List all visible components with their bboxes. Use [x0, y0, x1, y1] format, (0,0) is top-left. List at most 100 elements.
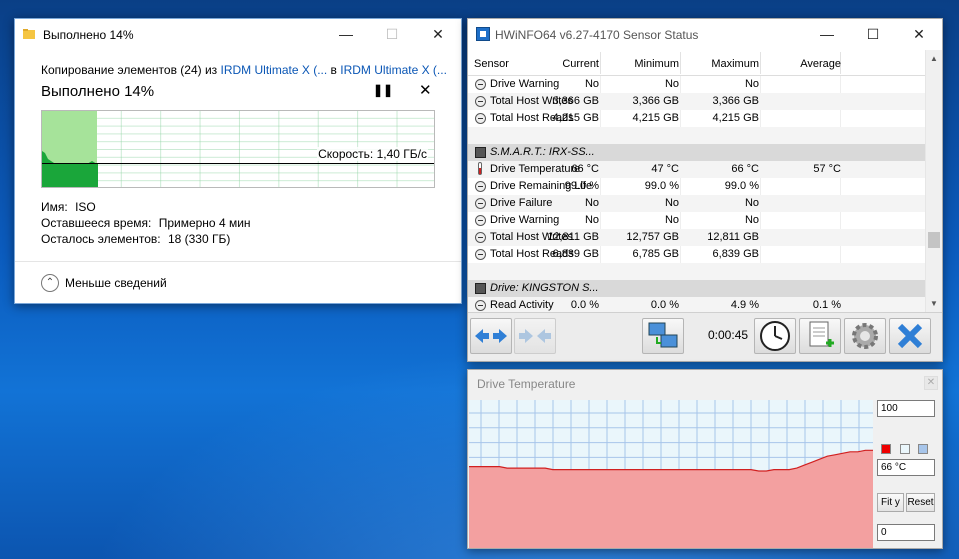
minimum-value: 0.0 % — [650, 299, 679, 311]
sensor-row[interactable]: Read Activity 0.0 % 0.0 % 4.9 % 0.1 % — [468, 297, 925, 312]
col-divider[interactable] — [600, 52, 601, 74]
current-value: 4,215 GB — [552, 112, 599, 124]
source-link[interactable]: IRDM Ultimate X (... — [221, 63, 328, 77]
settings-gear-icon — [852, 323, 878, 349]
copy-dialog-titlebar[interactable]: Выполнено 14% — ☐ ✕ — [15, 19, 461, 49]
sensor-row[interactable]: Drive Remaining Life 99.0 % 99.0 % 99.0 % — [468, 178, 925, 195]
sensor-section-row[interactable]: Drive: KINGSTON S... — [468, 280, 925, 297]
current-value: No — [584, 214, 599, 226]
hw-maximize-button[interactable]: ☐ — [850, 19, 896, 49]
sensor-scrollbar[interactable]: ▲ ▼ — [925, 50, 942, 312]
hwinfo-titlebar[interactable]: HWiNFO64 v6.27-4170 Sensor Status — ☐ ✕ — [468, 19, 942, 50]
graph-close-icon[interactable]: ✕ — [924, 376, 938, 390]
network-button[interactable] — [642, 318, 684, 354]
grid-color-swatch[interactable] — [918, 444, 928, 454]
gauge-icon — [475, 232, 486, 243]
col-average[interactable]: Average — [800, 58, 841, 70]
minimize-button[interactable]: — — [323, 19, 369, 49]
sensor-row[interactable]: Total Host Reads 4,215 GB 4,215 GB 4,215 GB — [468, 110, 925, 127]
minimum-value: No — [664, 214, 679, 226]
sensor-row[interactable]: Drive Warning No No No — [468, 212, 925, 229]
col-minimum[interactable]: Minimum — [634, 58, 679, 70]
report-button[interactable] — [799, 318, 841, 354]
chip-icon — [475, 147, 486, 158]
scroll-up-icon[interactable]: ▲ — [926, 50, 942, 67]
thermometer-icon — [478, 162, 482, 175]
minimum-value: No — [664, 197, 679, 209]
navigate-disabled-button — [514, 318, 556, 354]
scroll-down-icon[interactable]: ▼ — [926, 295, 942, 312]
average-value: 57 °C — [813, 163, 841, 175]
sensor-table-header: Sensor Current Minimum Maximum Average — [468, 50, 925, 76]
hwinfo-title: HWiNFO64 v6.27-4170 Sensor Status — [495, 28, 699, 42]
name-value: ISO — [75, 200, 96, 214]
temperature-plot — [469, 400, 873, 548]
hw-minimize-button[interactable]: — — [804, 19, 850, 49]
clock-button[interactable] — [754, 318, 796, 354]
minimum-value: No — [664, 78, 679, 90]
col-current[interactable]: Current — [562, 58, 599, 70]
network-icon — [648, 322, 678, 348]
temperature-plot-svg — [469, 400, 873, 548]
graph-controls: 100 66 °C Fit y Reset 0 — [877, 400, 941, 548]
col-maximum[interactable]: Maximum — [711, 58, 759, 70]
destination-link[interactable]: IRDM Ultimate X (... — [340, 63, 447, 77]
sensor-row[interactable]: Drive Temperature 66 °C 47 °C 66 °C 57 °C — [468, 161, 925, 178]
sensor-table: Sensor Current Minimum Maximum Average D… — [468, 50, 942, 312]
gauge-icon — [475, 79, 486, 90]
gauge-icon — [475, 96, 486, 107]
report-add-icon — [809, 321, 834, 347]
navigate-sensors-button[interactable] — [470, 318, 512, 354]
max-value-field[interactable]: 100 — [877, 400, 935, 417]
sensor-name: Read Activity — [490, 299, 554, 311]
close-button[interactable]: ✕ — [415, 19, 461, 49]
hw-close-button[interactable]: ✕ — [896, 19, 942, 49]
blank-row — [468, 127, 925, 144]
line-color-swatch[interactable] — [881, 444, 891, 454]
maximum-value: No — [744, 214, 759, 226]
hwinfo-sensor-window: HWiNFO64 v6.27-4170 Sensor Status — ☐ ✕ … — [467, 18, 943, 362]
maximum-value: 4,215 GB — [712, 112, 759, 124]
background-color-swatch[interactable] — [900, 444, 910, 454]
arrows-disabled-icon — [519, 329, 551, 343]
exit-button[interactable] — [889, 318, 931, 354]
sensor-row[interactable]: Total Host Writes 3,366 GB 3,366 GB 3,366 G… — [468, 93, 925, 110]
speed-line — [42, 163, 434, 164]
section-name: S.M.A.R.T.: IRX-SS... — [490, 146, 595, 158]
sensor-name: Drive Temperature — [490, 163, 581, 175]
min-value-field[interactable]: 0 — [877, 524, 935, 541]
pause-icon: ❚❚ — [373, 83, 394, 97]
current-value: 12,811 GB — [547, 231, 599, 243]
current-value: No — [584, 197, 599, 209]
maximum-value: No — [744, 197, 759, 209]
sensor-section-row[interactable]: S.M.A.R.T.: IRX-SS... — [468, 144, 925, 161]
section-name: Drive: KINGSTON S... — [490, 282, 599, 294]
col-divider[interactable] — [680, 52, 681, 74]
hwinfo-app-icon — [476, 27, 490, 41]
sensor-row[interactable]: Total Host Writes 12,811 GB 12,757 GB 12,81… — [468, 229, 925, 246]
current-value: 66 °C — [571, 163, 599, 175]
sensor-row[interactable]: Total Host Reads 6,839 GB 6,785 GB 6,839 GB — [468, 246, 925, 263]
gauge-icon — [475, 215, 486, 226]
pause-button[interactable]: ❚❚ — [373, 83, 393, 99]
fit-y-button[interactable]: Fit y — [877, 493, 904, 512]
average-value: 0.1 % — [812, 299, 841, 311]
sensor-row[interactable]: Drive Failure No No No — [468, 195, 925, 212]
current-value: 99.0 % — [564, 180, 599, 192]
stop-button[interactable]: ✕ — [419, 81, 432, 99]
col-sensor[interactable]: Sensor — [474, 58, 509, 70]
maximum-value: No — [744, 78, 759, 90]
reset-button[interactable]: Reset — [906, 493, 935, 512]
sensor-name: Drive Warning — [490, 78, 560, 90]
sensor-row[interactable]: Drive Warning No No No — [468, 76, 925, 93]
scroll-thumb[interactable] — [928, 232, 940, 248]
settings-button[interactable] — [844, 318, 886, 354]
folder-icon — [23, 29, 35, 39]
speed-label: Скорость: 1,40 ГБ/с — [317, 147, 428, 161]
gauge-icon — [475, 249, 486, 260]
col-divider[interactable] — [760, 52, 761, 74]
copy-progress-dialog: Выполнено 14% — ☐ ✕ Копирование элементо… — [14, 18, 462, 304]
copy-dialog-title: Выполнено 14% — [43, 28, 134, 42]
maximum-value: 12,811 GB — [707, 231, 759, 243]
gauge-icon — [475, 198, 486, 209]
